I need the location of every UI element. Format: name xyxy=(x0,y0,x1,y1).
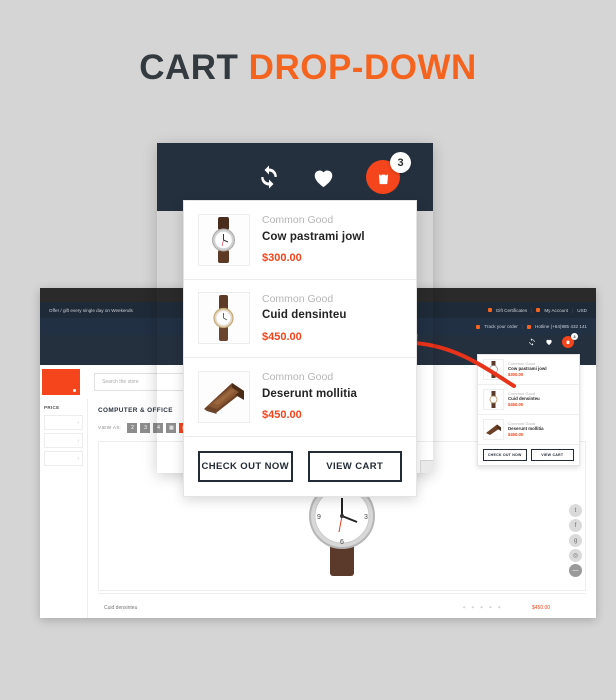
bg-mini-checkout-button[interactable]: CHECK OUT NOW xyxy=(483,449,527,461)
bg-announcement-text: Offer / gift every single day on Weekend… xyxy=(49,307,133,313)
bg-wishlist-icon[interactable] xyxy=(545,338,553,346)
cart-item-price: $450.00 xyxy=(262,330,302,343)
user-icon xyxy=(536,308,541,312)
bg-list-rating: ✦ ✦ ✦ ✦ ✦ xyxy=(462,604,503,611)
shopping-bag-icon xyxy=(378,170,388,184)
truck-icon xyxy=(476,324,481,329)
watch-icon xyxy=(489,391,498,408)
cart-item-thumbnail xyxy=(198,213,250,266)
twitter-icon[interactable]: t xyxy=(569,504,582,517)
bg-bag-icon xyxy=(566,340,570,344)
cart-item-price: $300.00 xyxy=(262,252,302,264)
bg-mini-price: $450.00 xyxy=(508,432,524,438)
bg-list-product-name: Cuid densinteu xyxy=(104,604,138,611)
cart-dropdown-actions: CHECK OUT NOW VIEW CART xyxy=(184,437,416,496)
page-title-part2: DROP-DOWN xyxy=(248,48,477,87)
cart-item[interactable]: Common Good Cow pastrami jowl $300.00 xyxy=(184,201,416,280)
svg-text:3: 3 xyxy=(364,514,368,521)
cart-button[interactable]: 3 xyxy=(366,152,411,194)
checkout-now-button[interactable]: CHECK OUT NOW xyxy=(198,450,293,482)
compare-icon[interactable] xyxy=(257,165,281,189)
bg-mini-cart-item[interactable]: Common Good Deserunt mollitia $450.00 xyxy=(478,415,579,445)
bg-mini-cart-buttons: CHECK OUT NOW VIEW CART xyxy=(478,445,579,465)
watch-white-dial-image xyxy=(212,216,235,263)
brown-wallet-image xyxy=(204,382,244,414)
bg-view-option-3[interactable]: 3 xyxy=(140,423,151,433)
bg-view-option-2[interactable]: 2 xyxy=(127,423,138,433)
google-icon[interactable]: g xyxy=(569,534,582,547)
divider: | xyxy=(531,307,533,313)
bg-link-my-account[interactable]: My Account xyxy=(544,308,568,313)
bg-sidebar-filter-row[interactable]: › xyxy=(44,415,83,430)
bg-mini-thumb-watch xyxy=(483,389,504,410)
bg-cart-button[interactable]: 3 xyxy=(562,333,578,348)
panel-resize-grip[interactable] xyxy=(420,460,433,473)
cart-item-name[interactable]: Cow pastrami jowl xyxy=(262,229,365,246)
cart-item-brand: Common Good xyxy=(262,371,334,383)
cart-item-price: $450.00 xyxy=(262,409,302,421)
svg-text:9: 9 xyxy=(317,514,321,521)
cart-item[interactable]: Common Good Deserunt mollitia $450.00 xyxy=(184,358,416,437)
bg-link-track-order[interactable]: Track your order xyxy=(484,324,518,329)
cart-count-badge: 3 xyxy=(390,152,411,173)
bg-link-currency[interactable]: USD xyxy=(577,308,587,313)
bg-social-rail: t f g ◎ — xyxy=(569,504,582,577)
bg-sidebar: PRICE › › › xyxy=(40,399,88,618)
page-title-part1: CART xyxy=(139,48,239,87)
bg-compare-icon[interactable] xyxy=(528,338,536,346)
divider: | xyxy=(521,324,524,329)
bg-sidebar-filter-row[interactable]: › xyxy=(44,433,83,448)
bg-link-hotline[interactable]: Hotline (+84)985 432 141 xyxy=(535,324,587,329)
bg-list-price: $450.00 xyxy=(532,604,551,611)
bg-mini-thumb-wallet xyxy=(483,419,504,440)
page-title-wrap: CART DROP-DOWN xyxy=(0,48,616,88)
divider: | xyxy=(572,307,574,313)
bg-sidebar-heading: PRICE xyxy=(44,405,60,410)
svg-text:6: 6 xyxy=(340,539,344,546)
cart-item-name[interactable]: Deserunt mollitia xyxy=(262,386,357,403)
cart-item[interactable]: Common Good Cuid densinteu $450.00 xyxy=(184,280,416,358)
cart-item-thumbnail xyxy=(198,370,250,423)
bg-mini-viewcart-button[interactable]: VIEW CART xyxy=(530,449,574,461)
wallet-icon xyxy=(486,424,501,435)
cart-item-thumbnail xyxy=(198,292,250,345)
cart-item-meta: Common Good Deserunt mollitia $450.00 xyxy=(262,370,357,424)
more-icon[interactable]: — xyxy=(569,564,582,577)
bg-view-as-label: VIEW AS: xyxy=(98,425,122,431)
bg-product-list-row[interactable]: Cuid densinteu ✦ ✦ ✦ ✦ ✦ $450.00 xyxy=(98,593,586,618)
bg-topbar2-right-links[interactable]: Track your order | Hotline (+84)985 432 … xyxy=(476,324,587,329)
instagram-icon[interactable]: ◎ xyxy=(569,549,582,562)
phone-icon xyxy=(527,324,532,329)
facebook-icon[interactable]: f xyxy=(569,519,582,532)
view-cart-button[interactable]: VIEW CART xyxy=(307,450,402,482)
bg-topbar-right-links[interactable]: Gift Certificates | My Account | USD xyxy=(487,307,587,313)
cart-dropdown: Common Good Cow pastrami jowl $300.00 Co… xyxy=(183,200,417,497)
bg-mini-price: $450.00 xyxy=(508,402,524,408)
bg-mini-meta: Common Good Deserunt mollitia $450.00 xyxy=(508,421,544,438)
watch-slim-dial-image xyxy=(213,295,234,342)
gift-icon xyxy=(487,308,492,312)
cart-item-name[interactable]: Cuid densinteu xyxy=(262,307,346,324)
cart-item-brand: Common Good xyxy=(262,214,334,226)
cart-item-meta: Common Good Cow pastrami jowl $300.00 xyxy=(262,213,365,267)
cart-item-meta: Common Good Cuid densinteu $450.00 xyxy=(262,292,346,346)
cart-item-brand: Common Good xyxy=(262,292,334,305)
bg-cart-badge: 3 xyxy=(571,333,578,340)
bg-sidebar-filter-row[interactable]: › xyxy=(44,451,83,466)
bg-link-gift-certificates[interactable]: Gift Certificates xyxy=(496,308,527,313)
page-title: CART DROP-DOWN xyxy=(139,48,477,88)
bg-mini-meta: Common Good Cuid densinteu $450.00 xyxy=(508,391,540,408)
wishlist-heart-icon[interactable] xyxy=(311,165,336,190)
cart-dropdown-showcase-panel: 3 Common Good Cow pastrami jowl $300.00 xyxy=(157,143,433,497)
bg-site-logo[interactable] xyxy=(42,369,80,395)
